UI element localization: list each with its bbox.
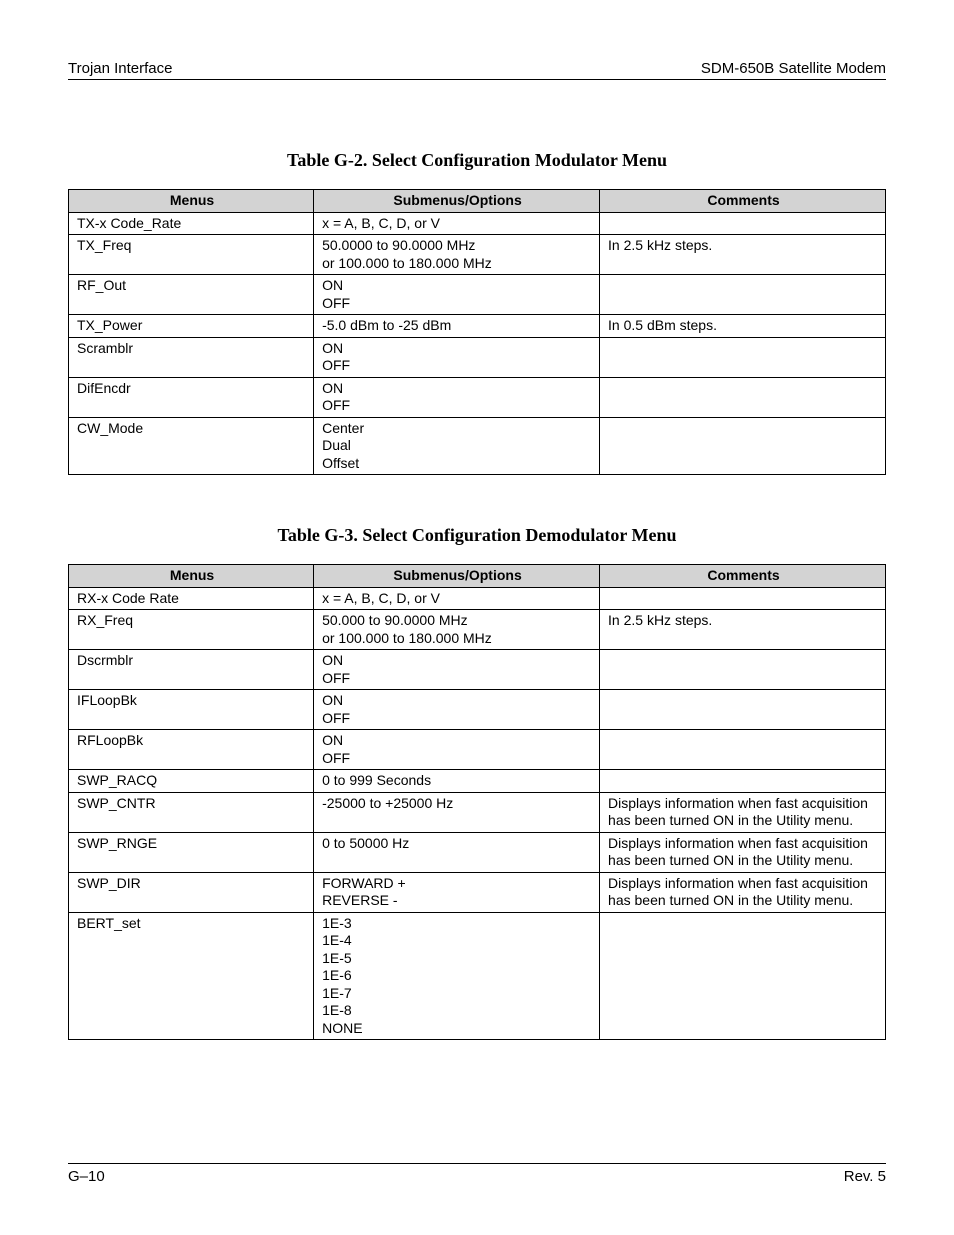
table-row: TX_Power-5.0 dBm to -25 dBmIn 0.5 dBm st… (69, 315, 886, 338)
cell-comment (600, 730, 886, 770)
cell-sub: ONOFF (314, 730, 600, 770)
col-comments: Comments (600, 190, 886, 213)
footer-left: G–10 (68, 1168, 105, 1185)
cell-menu: Scramblr (69, 337, 314, 377)
page-header: Trojan Interface SDM-650B Satellite Mode… (68, 60, 886, 80)
table-row: ScramblrONOFF (69, 337, 886, 377)
col-menus: Menus (69, 565, 314, 588)
cell-sub: -5.0 dBm to -25 dBm (314, 315, 600, 338)
cell-sub: x = A, B, C, D, or V (314, 587, 600, 610)
cell-sub: 50.0000 to 90.0000 MHzor 100.000 to 180.… (314, 235, 600, 275)
cell-comment (600, 690, 886, 730)
table-row: CW_ModeCenterDualOffset (69, 417, 886, 475)
table2-header-row: Menus Submenus/Options Comments (69, 565, 886, 588)
table2-body: RX-x Code Ratex = A, B, C, D, or VRX_Fre… (69, 587, 886, 1040)
cell-comment (600, 912, 886, 1040)
cell-menu: SWP_DIR (69, 872, 314, 912)
cell-menu: TX_Power (69, 315, 314, 338)
cell-comment: Displays information when fast acquisiti… (600, 792, 886, 832)
cell-comment (600, 417, 886, 475)
header-left: Trojan Interface (68, 60, 173, 77)
table-row: SWP_RNGE0 to 50000 HzDisplays informatio… (69, 832, 886, 872)
table-row: RF_OutONOFF (69, 275, 886, 315)
table1: Menus Submenus/Options Comments TX-x Cod… (68, 189, 886, 475)
table-row: DifEncdrONOFF (69, 377, 886, 417)
table1-caption: Table G-2. Select Configuration Modulato… (68, 150, 886, 171)
table-row: DscrmblrONOFF (69, 650, 886, 690)
cell-sub: FORWARD +REVERSE - (314, 872, 600, 912)
cell-menu: Dscrmblr (69, 650, 314, 690)
table-row: TX-x Code_Ratex = A, B, C, D, or V (69, 212, 886, 235)
cell-comment: In 2.5 kHz steps. (600, 235, 886, 275)
cell-comment (600, 770, 886, 793)
cell-comment (600, 650, 886, 690)
cell-menu: CW_Mode (69, 417, 314, 475)
table-row: SWP_RACQ0 to 999 Seconds (69, 770, 886, 793)
cell-sub: ONOFF (314, 650, 600, 690)
cell-menu: RFLoopBk (69, 730, 314, 770)
cell-menu: SWP_RNGE (69, 832, 314, 872)
table-row: TX_Freq50.0000 to 90.0000 MHzor 100.000 … (69, 235, 886, 275)
cell-menu: RX_Freq (69, 610, 314, 650)
cell-sub: CenterDualOffset (314, 417, 600, 475)
cell-sub: ONOFF (314, 377, 600, 417)
cell-menu: RX-x Code Rate (69, 587, 314, 610)
cell-comment (600, 587, 886, 610)
cell-comment (600, 275, 886, 315)
cell-sub: ONOFF (314, 275, 600, 315)
table-row: SWP_DIRFORWARD +REVERSE -Displays inform… (69, 872, 886, 912)
cell-sub: -25000 to +25000 Hz (314, 792, 600, 832)
cell-menu: TX-x Code_Rate (69, 212, 314, 235)
table2-caption: Table G-3. Select Configuration Demodula… (68, 525, 886, 546)
cell-menu: BERT_set (69, 912, 314, 1040)
cell-menu: TX_Freq (69, 235, 314, 275)
table-row: SWP_CNTR-25000 to +25000 HzDisplays info… (69, 792, 886, 832)
cell-sub: 0 to 50000 Hz (314, 832, 600, 872)
cell-comment: Displays information when fast acquisiti… (600, 872, 886, 912)
cell-comment: In 0.5 dBm steps. (600, 315, 886, 338)
table2: Menus Submenus/Options Comments RX-x Cod… (68, 564, 886, 1040)
table-row: BERT_set1E-31E-41E-51E-61E-71E-8NONE (69, 912, 886, 1040)
cell-comment (600, 377, 886, 417)
page-footer: G–10 Rev. 5 (68, 1163, 886, 1185)
header-right: SDM-650B Satellite Modem (701, 60, 886, 77)
col-comments: Comments (600, 565, 886, 588)
cell-sub: x = A, B, C, D, or V (314, 212, 600, 235)
table1-header-row: Menus Submenus/Options Comments (69, 190, 886, 213)
cell-sub: ONOFF (314, 690, 600, 730)
table-row: RFLoopBkONOFF (69, 730, 886, 770)
cell-sub: 1E-31E-41E-51E-61E-71E-8NONE (314, 912, 600, 1040)
footer-right: Rev. 5 (844, 1168, 886, 1185)
table-row: RX-x Code Ratex = A, B, C, D, or V (69, 587, 886, 610)
cell-sub: 0 to 999 Seconds (314, 770, 600, 793)
table1-body: TX-x Code_Ratex = A, B, C, D, or VTX_Fre… (69, 212, 886, 475)
col-menus: Menus (69, 190, 314, 213)
cell-comment (600, 337, 886, 377)
cell-menu: IFLoopBk (69, 690, 314, 730)
cell-menu: SWP_RACQ (69, 770, 314, 793)
table-row: IFLoopBkONOFF (69, 690, 886, 730)
table-row: RX_Freq50.000 to 90.0000 MHzor 100.000 t… (69, 610, 886, 650)
cell-comment: Displays information when fast acquisiti… (600, 832, 886, 872)
cell-comment: In 2.5 kHz steps. (600, 610, 886, 650)
col-submenus: Submenus/Options (314, 190, 600, 213)
cell-menu: SWP_CNTR (69, 792, 314, 832)
col-submenus: Submenus/Options (314, 565, 600, 588)
page: Trojan Interface SDM-650B Satellite Mode… (0, 0, 954, 1235)
cell-comment (600, 212, 886, 235)
cell-menu: DifEncdr (69, 377, 314, 417)
cell-sub: ONOFF (314, 337, 600, 377)
cell-sub: 50.000 to 90.0000 MHzor 100.000 to 180.0… (314, 610, 600, 650)
cell-menu: RF_Out (69, 275, 314, 315)
